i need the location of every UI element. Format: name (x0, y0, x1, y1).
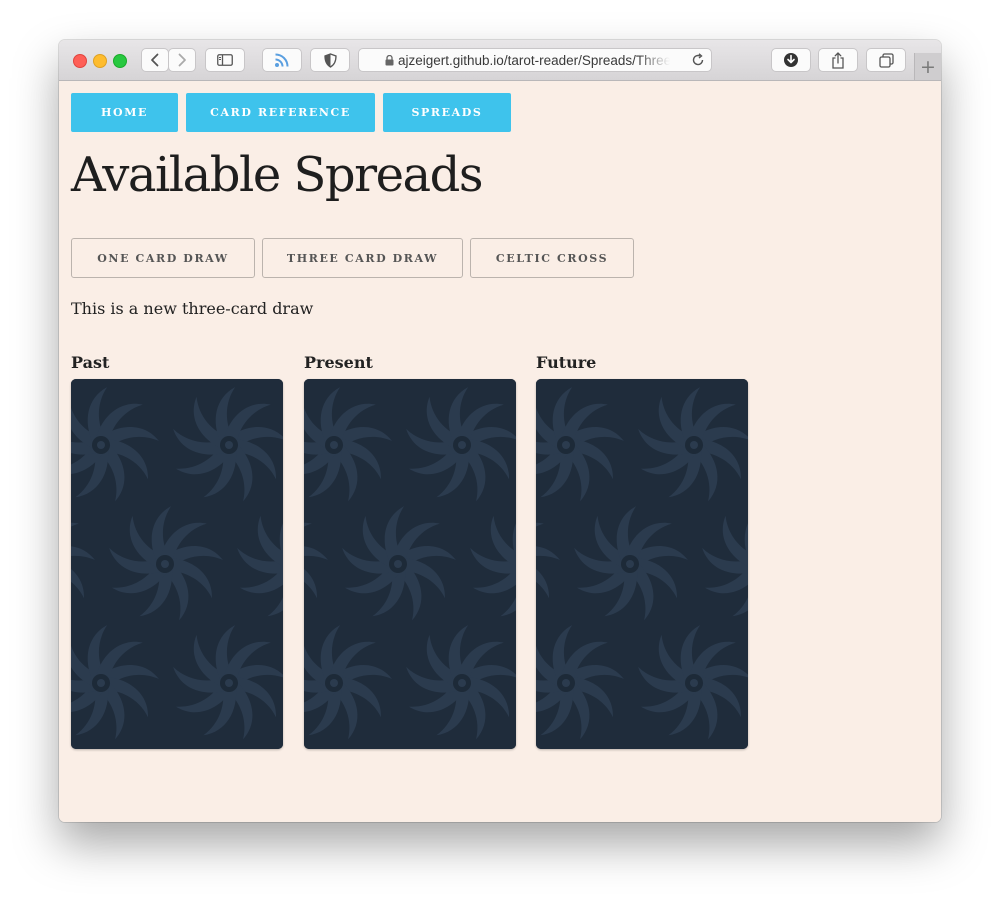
share-icon (832, 51, 844, 69)
nav-spreads-button[interactable]: SPREADS (383, 93, 511, 132)
close-window-button[interactable] (73, 54, 87, 68)
rss-icon (275, 53, 289, 67)
downloads-button[interactable] (771, 48, 811, 72)
spread-description: This is a new three-card draw (71, 299, 314, 318)
new-tab-button[interactable]: + (914, 53, 941, 80)
forward-button[interactable] (168, 48, 196, 72)
card-back-pattern (536, 379, 748, 749)
privacy-shield-button[interactable] (310, 48, 350, 72)
back-button[interactable] (141, 48, 169, 72)
chevron-left-icon (151, 53, 159, 67)
card-position-label-future: Future (536, 353, 597, 372)
card-back-past[interactable] (71, 379, 283, 749)
minimize-window-button[interactable] (93, 54, 107, 68)
page-title: Available Spreads (71, 147, 483, 203)
three-card-draw-button[interactable]: THREE CARD DRAW (262, 238, 463, 278)
sidebar-button[interactable] (205, 48, 245, 72)
shield-icon (323, 52, 337, 68)
url-text: ajzeigert.github.io/tarot-reader/Spreads… (398, 52, 670, 68)
address-bar[interactable]: ajzeigert.github.io/tarot-reader/Spreads… (358, 48, 712, 72)
card-position-label-past: Past (71, 353, 110, 372)
one-card-draw-button[interactable]: ONE CARD DRAW (71, 238, 255, 278)
chevron-right-icon (178, 53, 186, 67)
sidebar-icon (217, 54, 233, 66)
plus-icon: + (920, 55, 936, 78)
share-button[interactable] (818, 48, 858, 72)
nav-card-reference-button[interactable]: CARD REFERENCE (186, 93, 375, 132)
tabs-icon (878, 52, 894, 68)
download-icon (784, 53, 798, 67)
card-back-future[interactable] (536, 379, 748, 749)
lock-icon (385, 54, 394, 65)
zoom-window-button[interactable] (113, 54, 127, 68)
card-back-present[interactable] (304, 379, 516, 749)
card-back-pattern (71, 379, 283, 749)
card-position-label-present: Present (304, 353, 373, 372)
nav-home-button[interactable]: HOME (71, 93, 178, 132)
page-content: HOME CARD REFERENCE SPREADS Available Sp… (59, 81, 941, 822)
browser-toolbar: ajzeigert.github.io/tarot-reader/Spreads… (59, 40, 941, 81)
card-back-pattern (304, 379, 516, 749)
rss-button[interactable] (262, 48, 302, 72)
browser-window: ajzeigert.github.io/tarot-reader/Spreads… (59, 40, 941, 822)
celtic-cross-button[interactable]: CELTIC CROSS (470, 238, 634, 278)
reload-icon[interactable] (691, 53, 705, 67)
tabs-overview-button[interactable] (866, 48, 906, 72)
